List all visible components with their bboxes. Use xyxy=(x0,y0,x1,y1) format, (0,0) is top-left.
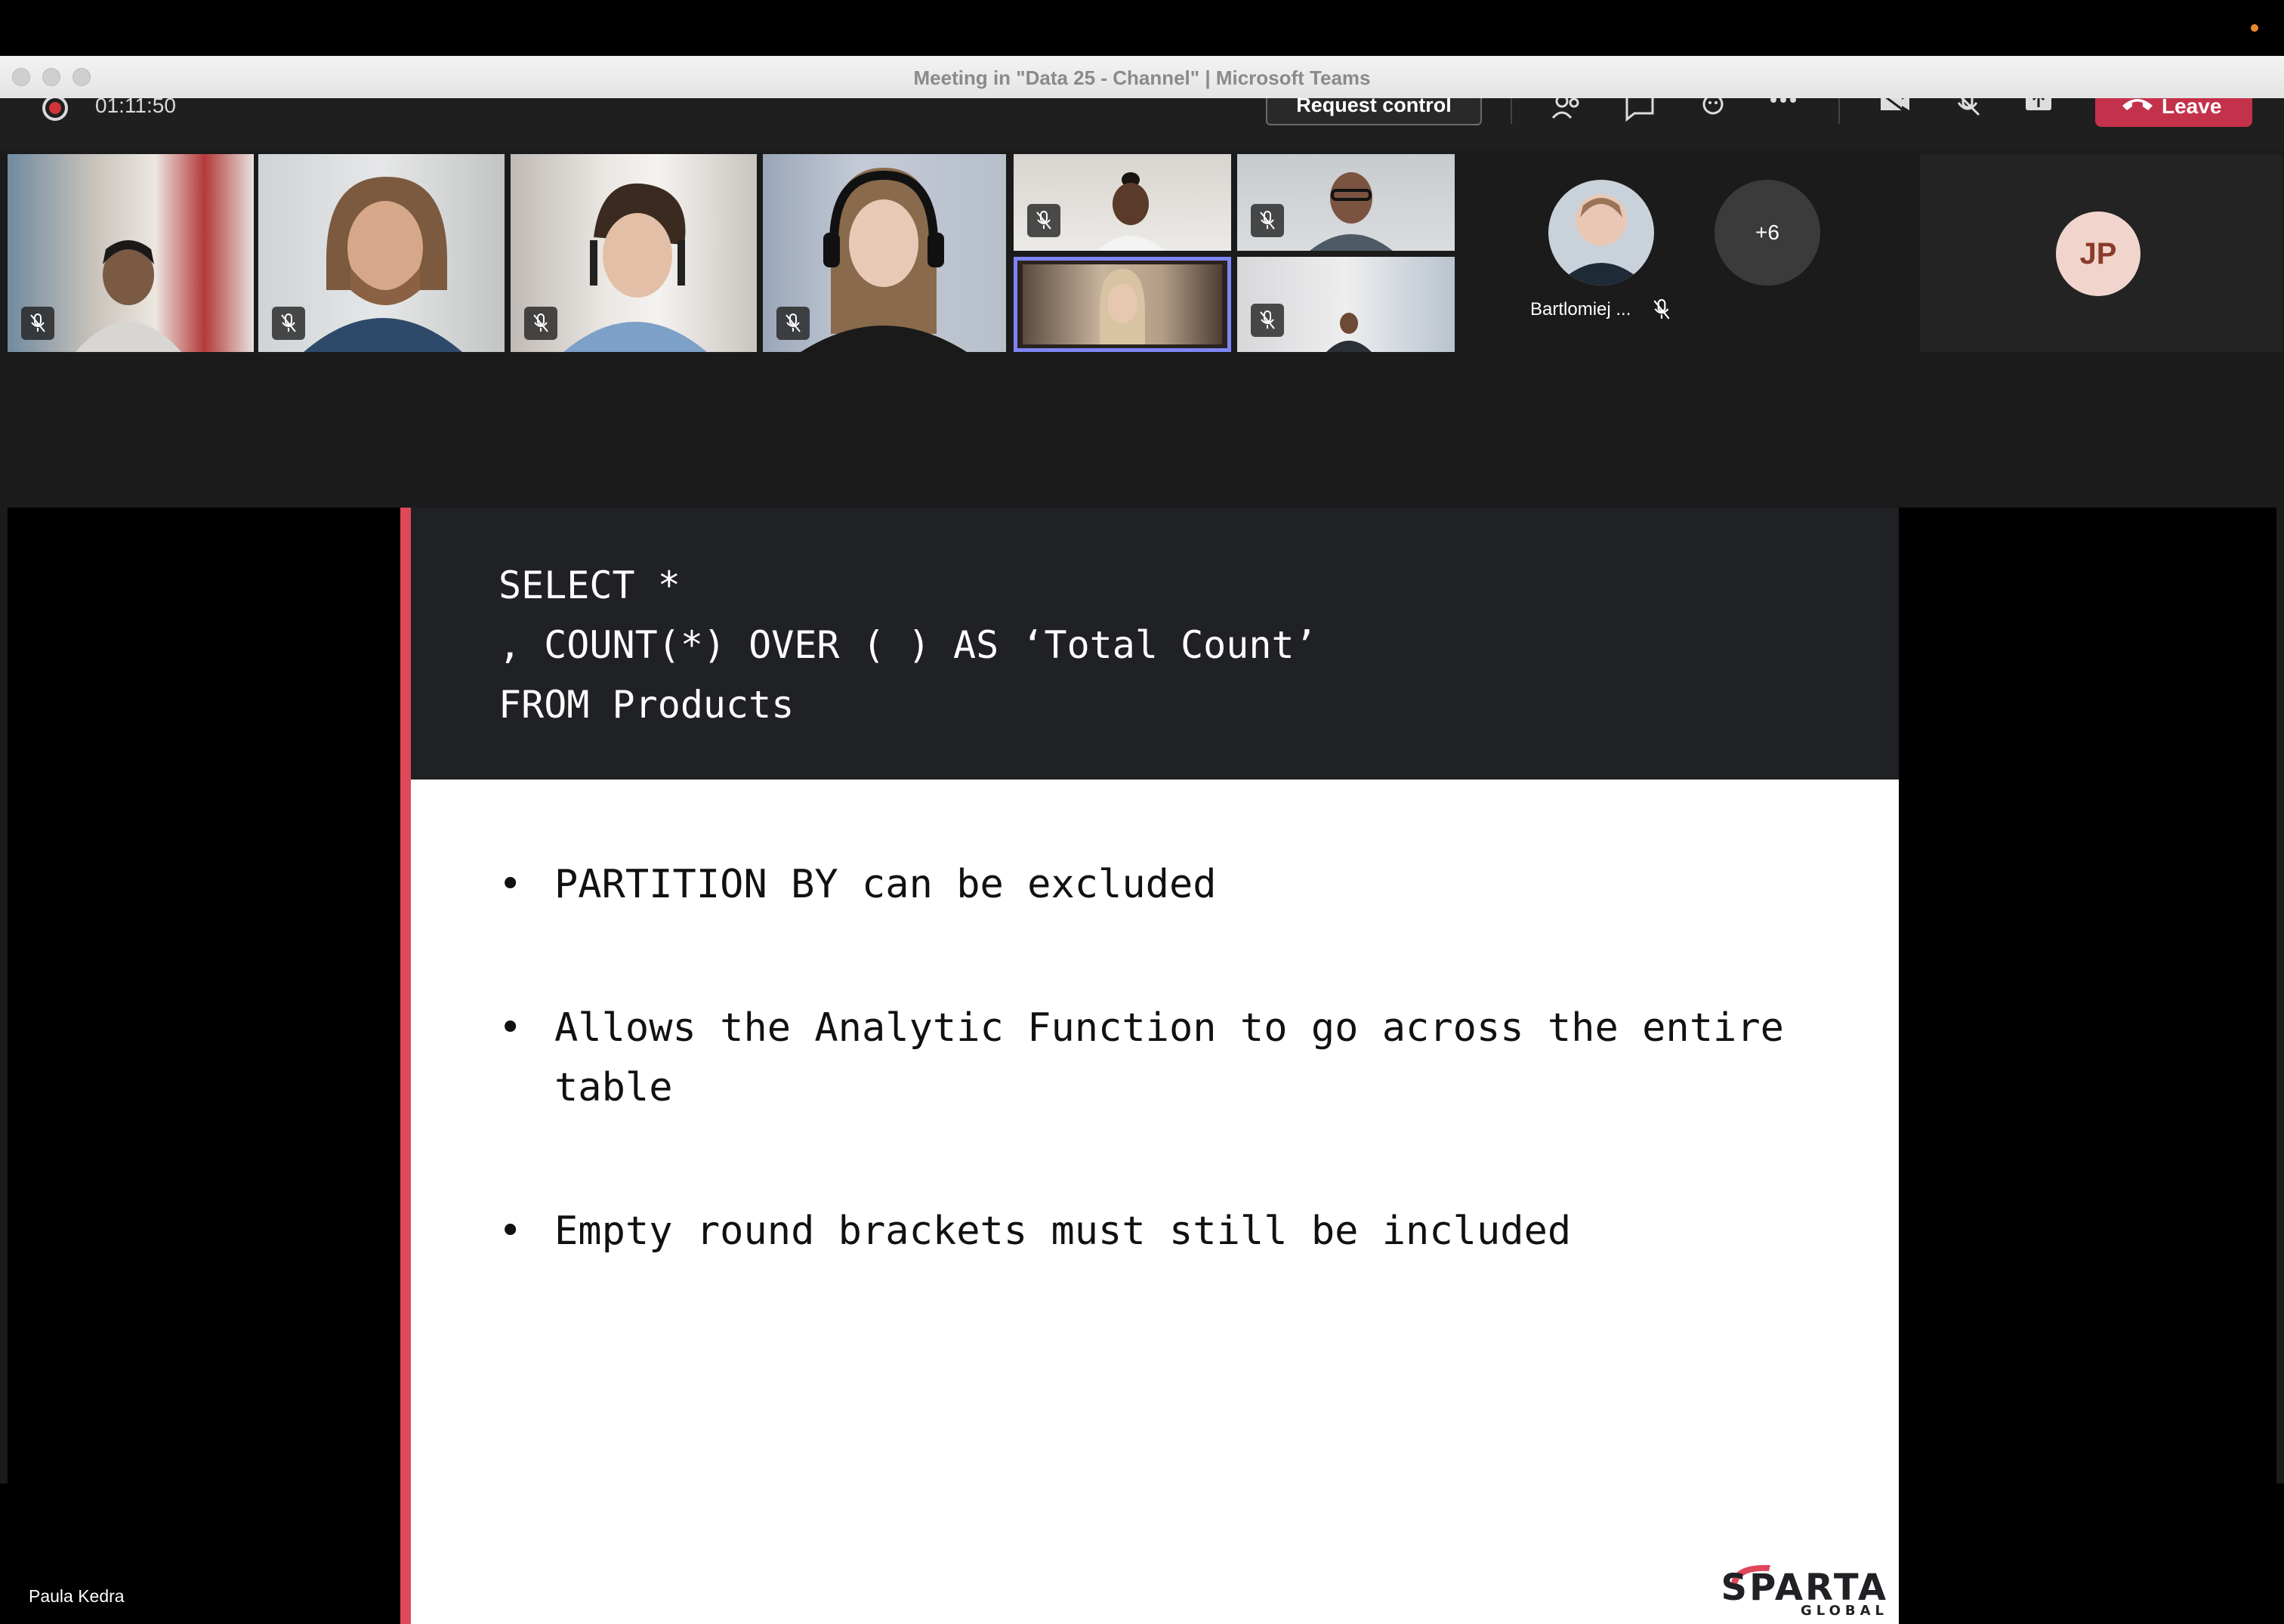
code-block: SELECT * , COUNT(*) OVER ( ) AS ‘Total C… xyxy=(411,508,1899,780)
more-participants-button[interactable]: +6 xyxy=(1715,180,1820,286)
participant-silhouette xyxy=(1326,313,1372,352)
more-icon[interactable] xyxy=(1764,98,1802,125)
chat-icon[interactable] xyxy=(1621,98,1659,125)
participant-video-tile[interactable] xyxy=(8,154,254,352)
muted-mic-icon xyxy=(1251,304,1284,337)
meeting-stage: Bartlomiej ... +6 JP SELECT * , COUNT(*)… xyxy=(0,151,2284,1624)
share-screen-icon[interactable] xyxy=(2020,98,2057,125)
status-dot xyxy=(2251,24,2258,32)
participant-silhouette xyxy=(1097,172,1165,251)
participant-video-tile[interactable] xyxy=(258,154,505,352)
muted-mic-icon xyxy=(776,307,810,340)
people-icon[interactable] xyxy=(1548,98,1586,125)
muted-mic-icon xyxy=(1027,204,1060,237)
bullet-text: PARTITION BY can be excluded xyxy=(554,862,1217,907)
request-control-button[interactable]: Request control xyxy=(1266,98,1482,125)
bullet-item: • Allows the Analytic Function to go acro… xyxy=(498,999,1813,1118)
meeting-timer: 01:11:50 xyxy=(95,98,176,117)
muted-mic-icon xyxy=(524,307,557,340)
toolbar-divider xyxy=(1838,98,1840,124)
participant-photo xyxy=(1556,198,1647,286)
reactions-icon[interactable] xyxy=(1695,98,1733,125)
participant-silhouette xyxy=(563,183,707,352)
mic-off-icon[interactable] xyxy=(1949,98,1986,125)
bullet-text: Empty round brackets must still be inclu… xyxy=(554,1209,1572,1254)
participant-silhouette xyxy=(801,168,967,352)
logo-subtitle: GLOBAL xyxy=(1800,1603,1888,1619)
phone-hangup-icon xyxy=(2122,99,2153,110)
participant-avatar[interactable] xyxy=(1548,180,1654,286)
participant-silhouette xyxy=(1100,269,1145,344)
participant-video-tile[interactable] xyxy=(1237,257,1455,352)
window-title: Meeting in "Data 25 - Channel" | Microso… xyxy=(913,66,1371,89)
bullet-marker: • xyxy=(498,862,523,907)
slide-accent-bar xyxy=(400,508,411,1624)
os-menu-bar xyxy=(0,0,2284,56)
bullet-item: • PARTITION BY can be excluded xyxy=(498,855,1813,915)
bullet-item: • Empty round brackets must still be incl… xyxy=(498,1202,1813,1261)
code-line: SELECT * xyxy=(498,563,681,607)
bullet-marker: • xyxy=(498,1005,523,1051)
muted-mic-icon xyxy=(21,307,54,340)
presenter-name: Paula Kedra xyxy=(29,1586,125,1606)
participant-silhouette xyxy=(1310,172,1393,251)
jp-avatar: JP xyxy=(2056,211,2140,296)
camera-off-icon[interactable] xyxy=(1876,98,1914,125)
bullet-list: • PARTITION BY can be excluded • Allows th… xyxy=(498,855,1813,1345)
jp-participant-panel[interactable]: JP xyxy=(1920,154,2282,352)
participant-silhouette xyxy=(76,240,181,352)
muted-mic-icon xyxy=(272,307,305,340)
participant-video-tile[interactable] xyxy=(511,154,757,352)
participant-silhouette xyxy=(304,177,462,352)
muted-mic-icon xyxy=(1653,299,1670,320)
leave-label: Leave xyxy=(2162,98,2222,118)
bullet-text: Allows the Analytic Function to go acros… xyxy=(554,1005,1784,1110)
code-line: , COUNT(*) OVER ( ) AS ‘Total Count’ xyxy=(498,623,1317,667)
participant-video-tile[interactable] xyxy=(1237,154,1455,251)
toolbar-divider xyxy=(1511,98,1512,124)
window-title-bar: Meeting in "Data 25 - Channel" | Microso… xyxy=(0,56,2284,99)
participant-video-tile[interactable] xyxy=(1014,154,1231,251)
presentation-slide: SELECT * , COUNT(*) OVER ( ) AS ‘Total C… xyxy=(400,508,1899,1624)
active-speaker-video-tile[interactable] xyxy=(1014,257,1231,352)
meeting-toolbar: 01:11:50 Request control Leave xyxy=(0,98,2284,151)
participant-name: Bartlomiej ... xyxy=(1530,299,1631,320)
leave-button[interactable]: Leave xyxy=(2095,98,2252,127)
participant-video-tile[interactable] xyxy=(763,154,1006,352)
bullet-marker: • xyxy=(498,1209,523,1254)
sparta-global-logo: SPARTA GLOBAL xyxy=(1721,1558,1888,1619)
recording-icon xyxy=(42,98,68,121)
muted-mic-icon xyxy=(1251,204,1284,237)
screen-share-area: SELECT * , COUNT(*) OVER ( ) AS ‘Total C… xyxy=(8,508,2276,1624)
code-line: FROM Products xyxy=(498,683,795,727)
